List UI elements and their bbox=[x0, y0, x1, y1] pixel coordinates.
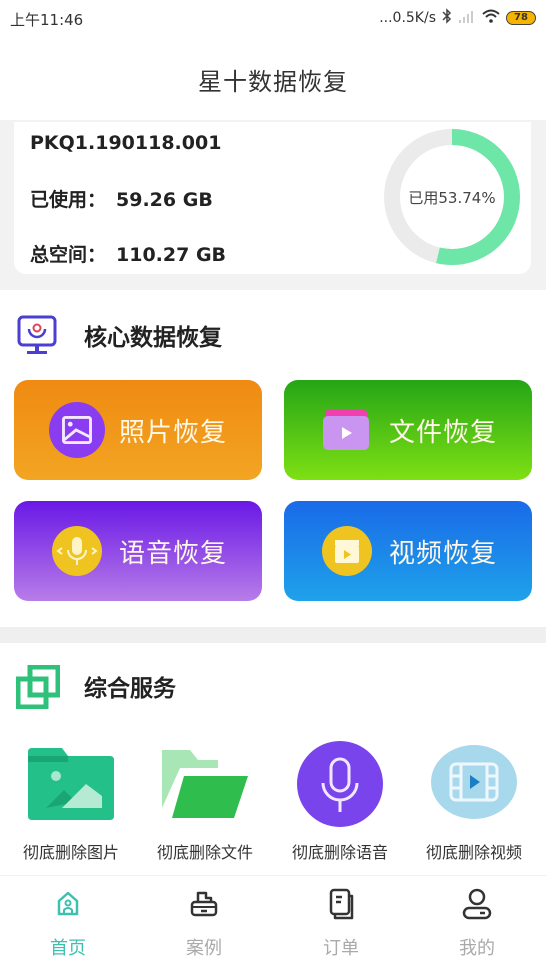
total-space-label: 总空间： bbox=[30, 244, 107, 266]
overlapping-squares-icon bbox=[15, 664, 61, 710]
photo-recovery-button[interactable]: 照片恢复 bbox=[14, 380, 262, 480]
device-id: PKQ1.190118.001 bbox=[30, 132, 222, 154]
status-indicators: ...0.5K/s 78 bbox=[379, 8, 536, 28]
delete-voice-label: 彻底删除语音 bbox=[291, 843, 388, 862]
tab-home[interactable]: 首页 bbox=[0, 886, 136, 960]
file-recovery-label: 文件恢复 bbox=[388, 417, 497, 448]
photo-recovery-label: 照片恢复 bbox=[118, 417, 227, 448]
core-section-title: 核心数据恢复 bbox=[84, 325, 222, 351]
app-header: 星十数据恢复 bbox=[0, 38, 546, 120]
total-space-row: 总空间： 110.27 GB bbox=[30, 240, 226, 267]
usage-percent-label: 已用53.74% bbox=[408, 188, 496, 207]
delete-images-label: 彻底删除图片 bbox=[22, 843, 119, 862]
page-title: 星十数据恢复 bbox=[198, 67, 348, 96]
bottom-tab-bar: 首页 案例 订单 我的 bbox=[0, 875, 546, 972]
orders-icon bbox=[323, 886, 359, 922]
total-space-value: 110.27 GB bbox=[116, 244, 227, 266]
folder-video-icon bbox=[319, 402, 375, 458]
file-recovery-button[interactable]: 文件恢复 bbox=[284, 380, 532, 480]
used-space-row: 已使用： 59.26 GB bbox=[30, 185, 213, 212]
core-section-header: 核心数据恢复 bbox=[16, 314, 222, 356]
status-bar: 上午11:46 ...0.5K/s 78 bbox=[0, 0, 546, 38]
storage-panel: PKQ1.190118.001 已使用： 59.26 GB 总空间： 110.27 … bbox=[0, 120, 546, 290]
tab-cases-label: 案例 bbox=[186, 938, 222, 959]
voice-recovery-button[interactable]: 语音恢复 bbox=[14, 501, 262, 601]
tab-home-label: 首页 bbox=[50, 938, 86, 959]
used-space-value: 59.26 GB bbox=[116, 189, 213, 211]
home-icon bbox=[50, 886, 86, 922]
image-folder-icon bbox=[23, 739, 119, 829]
storage-card: PKQ1.190118.001 已使用： 59.26 GB 总空间： 110.27 … bbox=[14, 122, 531, 274]
service-section-header: 综合服务 bbox=[15, 664, 176, 710]
monitor-scan-icon bbox=[16, 314, 58, 356]
case-icon bbox=[186, 886, 222, 922]
bluetooth-icon bbox=[442, 8, 452, 28]
battery-icon: 78 bbox=[506, 11, 536, 25]
tab-orders-label: 订单 bbox=[323, 938, 359, 959]
service-section-title: 综合服务 bbox=[84, 676, 176, 702]
wifi-icon bbox=[482, 9, 500, 27]
tab-profile-label: 我的 bbox=[459, 938, 495, 959]
photo-icon bbox=[48, 402, 105, 458]
tab-cases[interactable]: 案例 bbox=[136, 886, 272, 960]
voice-recovery-label: 语音恢复 bbox=[118, 538, 227, 569]
microphone-icon bbox=[49, 523, 105, 579]
status-time: 上午11:46 bbox=[10, 11, 84, 29]
user-icon bbox=[459, 886, 495, 922]
core-recovery-section: 核心数据恢复 照片恢复 文件恢复 语音恢复 视频恢复 bbox=[0, 290, 546, 627]
tab-profile[interactable]: 我的 bbox=[409, 886, 545, 960]
delete-files-label: 彻底删除文件 bbox=[156, 843, 253, 862]
tab-orders[interactable]: 订单 bbox=[273, 886, 409, 960]
microphone-icon bbox=[292, 739, 388, 829]
delete-videos-label: 彻底删除视频 bbox=[425, 843, 522, 862]
video-recovery-label: 视频恢复 bbox=[388, 538, 497, 569]
used-space-label: 已使用： bbox=[30, 189, 107, 211]
service-section: 综合服务 彻底删除图片 彻底删除文件 彻底删除语音 彻底删除视频 bbox=[0, 643, 546, 875]
delete-images-button[interactable]: 彻底删除图片 bbox=[3, 739, 139, 863]
delete-videos-button[interactable]: 彻底删除视频 bbox=[406, 739, 542, 863]
video-recovery-button[interactable]: 视频恢复 bbox=[284, 501, 532, 601]
network-speed: ...0.5K/s bbox=[379, 10, 436, 26]
delete-voice-button[interactable]: 彻底删除语音 bbox=[272, 739, 408, 863]
open-folder-icon bbox=[157, 739, 253, 829]
signal-icon bbox=[458, 10, 476, 27]
film-icon bbox=[426, 739, 522, 829]
section-divider bbox=[0, 627, 546, 643]
delete-files-button[interactable]: 彻底删除文件 bbox=[137, 739, 273, 863]
clapperboard-icon bbox=[319, 523, 375, 579]
